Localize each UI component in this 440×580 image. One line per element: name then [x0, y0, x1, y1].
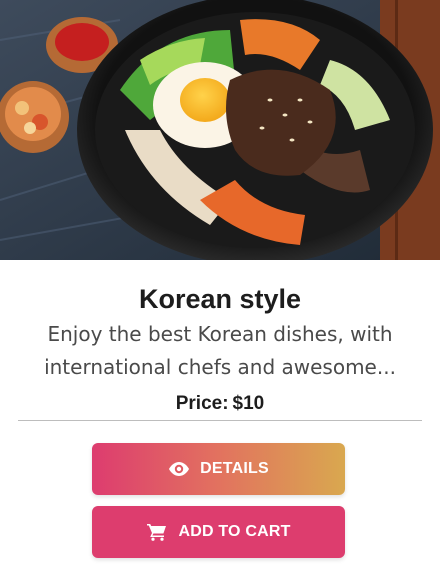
product-description: Enjoy the best Korean dishes, with inter… [44, 322, 396, 379]
food-image [0, 0, 440, 260]
price-label: Price: [175, 393, 229, 414]
divider [18, 420, 422, 421]
add-to-cart-label: ADD TO CART [178, 523, 291, 540]
product-title: Korean style [138, 284, 302, 314]
price-value: $10 [232, 393, 265, 414]
details-button[interactable]: DETAILS [92, 443, 345, 495]
product-card: Korean style Enjoy the best Korean dishe… [0, 0, 440, 580]
details-label: DETAILS [200, 460, 269, 477]
add-to-cart-button[interactable]: ADD TO CART [92, 506, 345, 558]
product-price: Price: $10 [0, 393, 440, 415]
cart-icon [146, 521, 168, 543]
eye-icon [168, 458, 190, 480]
